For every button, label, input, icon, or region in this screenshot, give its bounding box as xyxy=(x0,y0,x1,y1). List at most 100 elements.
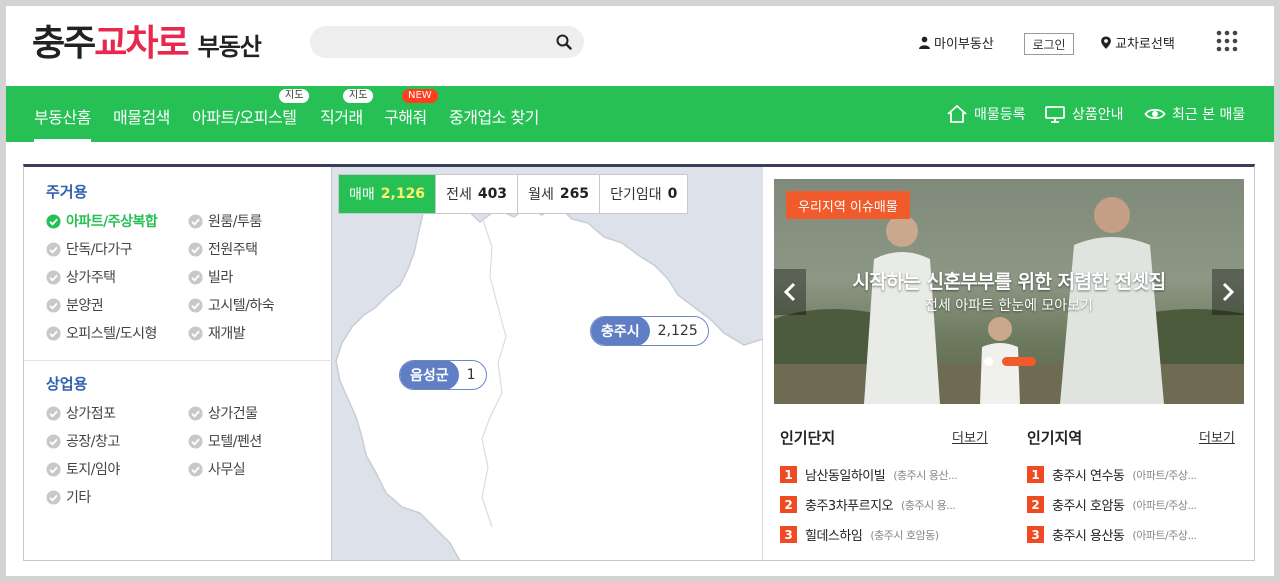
category-option[interactable]: 고시텔/하숙 xyxy=(188,295,275,315)
logo-part-1: 충주 xyxy=(32,23,96,64)
nav-item-direct[interactable]: 직거래 xyxy=(320,104,363,128)
right-panel: 우리지역 이슈매물 시작하는 신혼부부를 위한 저렴한 전셋집 전세 아파트 한… xyxy=(763,167,1254,560)
popular-complex-more-link[interactable]: 더보기 xyxy=(952,427,988,446)
category-option[interactable]: 원룸/투룸 xyxy=(188,211,262,231)
login-button[interactable]: 로그인 xyxy=(1024,33,1074,55)
chevron-left-icon xyxy=(784,282,796,302)
slide-dot[interactable] xyxy=(984,357,993,366)
category-title-residential: 주거용 xyxy=(46,183,88,201)
category-option[interactable]: 아파트/주상복합 xyxy=(46,211,158,231)
nav-item-search[interactable]: 매물검색 xyxy=(113,104,170,128)
check-circle-icon xyxy=(46,325,61,341)
check-circle-icon xyxy=(46,269,61,285)
recent-listings-link[interactable]: 최근 본 매물 xyxy=(1144,104,1245,124)
check-circle-icon xyxy=(46,405,61,421)
home-icon xyxy=(947,105,967,123)
check-circle-icon xyxy=(46,461,61,477)
map-badge: 지도 xyxy=(343,89,374,103)
slide-dot-active[interactable] xyxy=(1002,357,1036,366)
grid-icon[interactable] xyxy=(1216,30,1238,52)
popular-region-item[interactable]: 1 충주시 연수동 (아파트/주상... xyxy=(1027,465,1237,484)
divider xyxy=(24,360,332,361)
register-listing-label: 매물등록 xyxy=(974,107,1026,123)
popular-complex-item[interactable]: 3 힐데스하임 (충주시 호암동) xyxy=(780,525,990,544)
logo-part-2: 교차로 xyxy=(94,23,189,64)
popular-complex-item[interactable]: 1 남산동일하이빌 (충주시 용산... xyxy=(780,465,990,484)
map-badge: 지도 xyxy=(279,89,310,103)
popular-region-item[interactable]: 3 충주시 용산동 (아파트/주상... xyxy=(1027,525,1237,544)
region-select-link[interactable]: 교차로선택 xyxy=(1100,33,1175,52)
nav-item-agency[interactable]: 중개업소 찾기 xyxy=(449,104,539,128)
check-circle-icon xyxy=(188,269,203,285)
category-option[interactable]: 모텔/펜션 xyxy=(188,431,262,451)
register-listing-link[interactable]: 매물등록 xyxy=(946,104,1026,124)
product-info-label: 상품안내 xyxy=(1072,107,1124,123)
my-realestate-label: 마이부동산 xyxy=(934,37,994,52)
nav-item-request[interactable]: 구해줘 xyxy=(384,104,427,128)
prev-slide-button[interactable] xyxy=(774,269,806,315)
category-option[interactable]: 전원주택 xyxy=(188,239,258,259)
tab-short-term[interactable]: 단기임대 0 xyxy=(599,175,687,213)
category-option[interactable]: 사무실 xyxy=(188,459,246,479)
popular-region-more-link[interactable]: 더보기 xyxy=(1199,427,1235,446)
chevron-right-icon xyxy=(1222,282,1234,302)
map-shape xyxy=(335,196,763,560)
category-option[interactable]: 빌라 xyxy=(188,267,233,287)
tab-count: 2,126 xyxy=(380,186,426,202)
search-icon[interactable] xyxy=(556,34,572,50)
search-input[interactable] xyxy=(324,32,544,52)
tab-count: 0 xyxy=(667,186,678,202)
check-circle-icon xyxy=(188,297,203,313)
map-marker-chungju[interactable]: 충주시 2,125 xyxy=(590,316,709,346)
logo[interactable]: 충주 교차로 부동산 xyxy=(32,20,262,64)
category-option[interactable]: 단독/다가구 xyxy=(46,239,133,259)
popular-complex-title: 인기단지 xyxy=(780,429,836,447)
search-box xyxy=(310,26,584,58)
check-circle-icon xyxy=(188,213,203,229)
category-option[interactable]: 분양권 xyxy=(46,295,104,315)
category-option[interactable]: 공장/창고 xyxy=(46,431,120,451)
banner-subtitle: 전세 아파트 한눈에 모아보기 xyxy=(925,298,1093,314)
check-circle-icon xyxy=(46,297,61,313)
check-circle-icon xyxy=(188,325,203,341)
recent-listings-label: 최근 본 매물 xyxy=(1172,107,1246,123)
category-option[interactable]: 토지/임야 xyxy=(46,459,120,479)
logo-part-3: 부동산 xyxy=(197,33,262,61)
check-circle-icon xyxy=(46,433,61,449)
nav-item-apartment[interactable]: 아파트/오피스텔 xyxy=(192,104,297,128)
map-marker-eumseong[interactable]: 음성군 1 xyxy=(399,360,487,390)
nav-item-home[interactable]: 부동산홈 xyxy=(34,104,91,142)
user-icon xyxy=(919,36,930,49)
category-option[interactable]: 상가건물 xyxy=(188,403,258,423)
tab-monthly-rent[interactable]: 월세 265 xyxy=(517,175,599,213)
monitor-icon xyxy=(1045,106,1065,123)
product-info-link[interactable]: 상품안내 xyxy=(1044,104,1124,124)
rank-number: 2 xyxy=(780,496,797,513)
next-slide-button[interactable] xyxy=(1212,269,1244,315)
issue-tag: 우리지역 이슈매물 xyxy=(786,191,910,219)
check-circle-icon xyxy=(46,489,61,505)
popular-complex-item[interactable]: 2 충주3차푸르지오 (충주시 용... xyxy=(780,495,990,514)
category-option[interactable]: 오피스텔/도시형 xyxy=(46,323,157,343)
tab-count: 403 xyxy=(477,186,508,202)
category-option[interactable]: 재개발 xyxy=(188,323,246,343)
rank-number: 3 xyxy=(780,526,797,543)
page: 충주 교차로 부동산 마이부동산 로그인 교차로선택 부동산홈 매물검색 아파트… xyxy=(6,6,1274,576)
tab-sale[interactable]: 매매 2,126 xyxy=(339,175,436,213)
category-option[interactable]: 상가점포 xyxy=(46,403,116,423)
category-option[interactable]: 기타 xyxy=(46,487,91,507)
category-option[interactable]: 상가주택 xyxy=(46,267,116,287)
new-badge: NEW xyxy=(402,89,438,103)
popular-region-item[interactable]: 2 충주시 호암동 (아파트/주상... xyxy=(1027,495,1237,514)
check-circle-icon xyxy=(46,213,61,229)
banner-title: 시작하는 신혼부부를 위한 저렴한 전셋집 xyxy=(852,271,1166,293)
tab-jeonse[interactable]: 전세 403 xyxy=(435,175,517,213)
region-map[interactable]: 매매 2,126 전세 403 월세 265 단기임대 0 충주시 2,125 … xyxy=(332,167,763,560)
pin-icon xyxy=(1101,36,1111,49)
check-circle-icon xyxy=(188,433,203,449)
my-realestate-link[interactable]: 마이부동산 xyxy=(918,33,994,52)
issue-banner[interactable]: 우리지역 이슈매물 시작하는 신혼부부를 위한 저렴한 전셋집 전세 아파트 한… xyxy=(774,179,1244,404)
tab-count: 265 xyxy=(559,186,590,202)
deal-type-tabs: 매매 2,126 전세 403 월세 265 단기임대 0 xyxy=(338,174,689,214)
check-circle-icon xyxy=(188,405,203,421)
